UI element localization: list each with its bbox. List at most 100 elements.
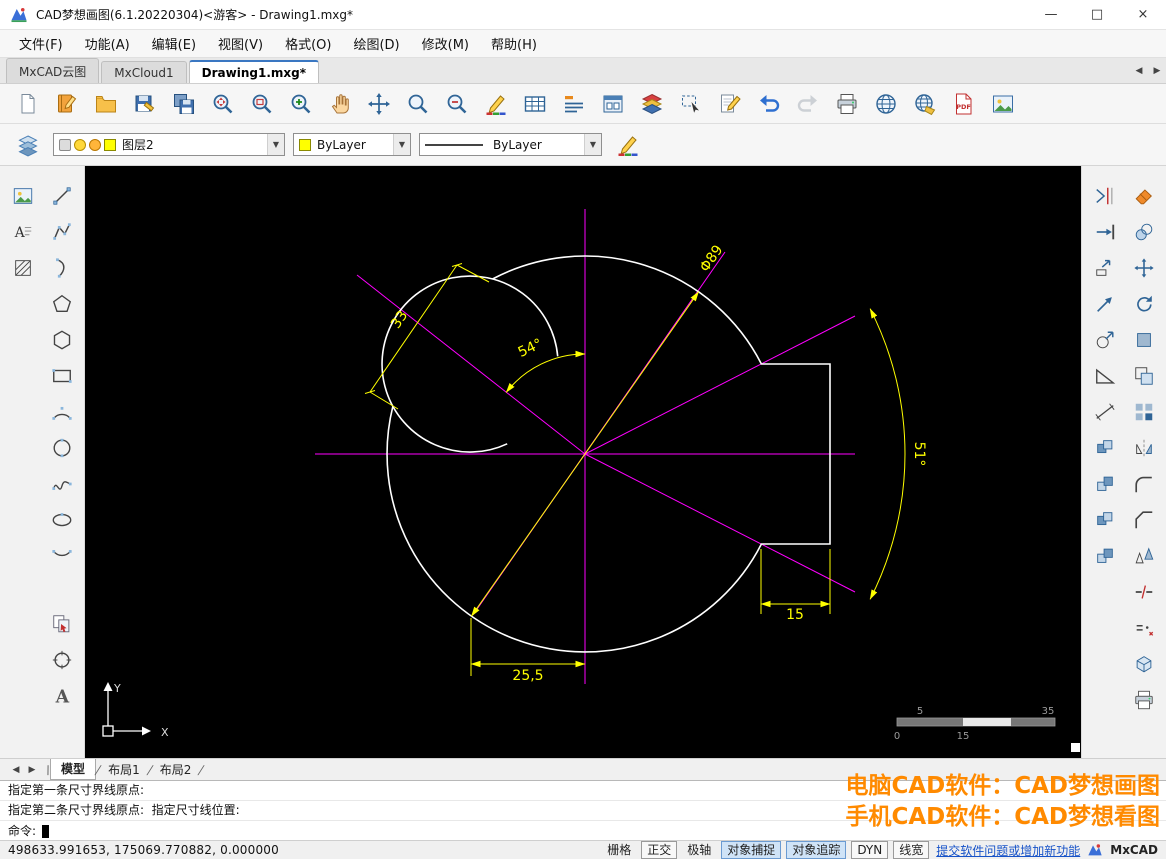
tab-scroll-right-icon[interactable]: ▶ <box>1148 61 1166 81</box>
toggle-osnap[interactable]: 对象捕捉 <box>721 841 782 859</box>
layout-tab-layout2[interactable]: 布局2 <box>152 761 200 778</box>
doc-tab-mxcloud1[interactable]: MxCloud1 <box>101 61 187 83</box>
group-button[interactable] <box>1088 540 1122 572</box>
construction-lines[interactable] <box>315 209 856 684</box>
insert-raster-image-button[interactable] <box>6 180 40 212</box>
move-button[interactable] <box>1127 252 1161 284</box>
draw-curve-button[interactable] <box>45 252 79 284</box>
draw-arc-button[interactable] <box>45 396 79 428</box>
insert-block-button[interactable] <box>1088 468 1122 500</box>
toggle-polar[interactable]: 极轴 <box>682 842 716 858</box>
menu-item-view[interactable]: 视图(V) <box>207 30 274 57</box>
viewport-button[interactable] <box>595 87 630 120</box>
feedback-link[interactable]: 提交软件问题或增加新功能 <box>936 842 1080 859</box>
open-cloud-drawing-button[interactable] <box>49 87 84 120</box>
menu-item-edit[interactable]: 编辑(E) <box>141 30 207 57</box>
close-button[interactable]: × <box>1120 0 1166 30</box>
stretch-button[interactable] <box>1088 252 1122 284</box>
draw-ellipse-button[interactable] <box>45 504 79 536</box>
toggle-grid[interactable]: 栅格 <box>602 842 636 858</box>
draw-line-button[interactable] <box>45 180 79 212</box>
redo-button[interactable] <box>790 87 825 120</box>
web-upload-button[interactable] <box>907 87 942 120</box>
export-pdf-button[interactable]: PDF <box>946 87 981 120</box>
dim-54deg-label[interactable]: 54° <box>516 336 545 361</box>
zoom-in-button[interactable] <box>283 87 318 120</box>
menu-item-draw[interactable]: 绘图(D) <box>342 30 410 57</box>
doc-tab-drawing1[interactable]: Drawing1.mxg* <box>188 60 319 83</box>
divide-button[interactable] <box>1127 612 1161 644</box>
drawing-canvas[interactable]: Φ89 33 54° 51° 25,5 15 Y X 5 35 0 15 <box>85 166 1081 758</box>
print-button[interactable] <box>829 87 864 120</box>
text-style-button[interactable] <box>556 87 591 120</box>
copy-clip-button[interactable] <box>45 608 79 640</box>
offset-button[interactable] <box>1127 360 1161 392</box>
draw-spline-button[interactable] <box>45 468 79 500</box>
erase-button[interactable] <box>1127 180 1161 212</box>
new-file-button[interactable] <box>10 87 45 120</box>
edit-block-button[interactable] <box>1088 504 1122 536</box>
layer-select[interactable]: 图层2 ▼ <box>53 133 285 156</box>
toggle-otrack[interactable]: 对象追踪 <box>786 841 847 859</box>
dim-33-label[interactable]: 33 <box>388 308 411 332</box>
layer-properties-button[interactable] <box>634 87 669 120</box>
minimize-button[interactable]: — <box>1028 0 1074 30</box>
layout-scroll-left-icon[interactable]: ◀ <box>8 765 24 775</box>
pan-button[interactable] <box>322 87 357 120</box>
menu-item-function[interactable]: 功能(A) <box>74 30 141 57</box>
layout-tab-layout1[interactable]: 布局1 <box>100 761 148 778</box>
edit-text-button[interactable] <box>712 87 747 120</box>
layout-scroll-right-icon[interactable]: ▶ <box>24 765 40 775</box>
region-button[interactable] <box>1127 324 1161 356</box>
measure-button[interactable] <box>1088 396 1122 428</box>
save-all-button[interactable] <box>166 87 201 120</box>
plot-button[interactable] <box>1127 684 1161 716</box>
draw-regular-polygon-button[interactable] <box>45 324 79 356</box>
menu-item-format[interactable]: 格式(O) <box>274 30 342 57</box>
toggle-lineweight[interactable]: 线宽 <box>893 841 930 859</box>
dim-51deg-label[interactable]: 51° <box>911 442 927 467</box>
dropdown-arrow-icon[interactable]: ▼ <box>584 134 601 155</box>
dim-25-5-label[interactable]: 25,5 <box>512 668 543 684</box>
lengthen-button[interactable] <box>1088 288 1122 320</box>
trim-button[interactable] <box>1088 180 1122 212</box>
doc-tab-cloud[interactable]: MxCAD云图 <box>6 58 100 83</box>
array-button[interactable] <box>1127 396 1161 428</box>
select-objects-button[interactable] <box>673 87 708 120</box>
draw-arc-3point-button[interactable] <box>45 540 79 572</box>
draw-color-button[interactable] <box>478 87 513 120</box>
insert-table-button[interactable] <box>517 87 552 120</box>
layer-manager-button[interactable] <box>10 128 45 161</box>
scale-button[interactable] <box>1088 324 1122 356</box>
draw-donut-button[interactable] <box>45 644 79 676</box>
layout-tab-model[interactable]: 模型 <box>50 759 97 780</box>
web-open-button[interactable] <box>868 87 903 120</box>
taper-button[interactable] <box>1088 360 1122 392</box>
maximize-button[interactable]: □ <box>1074 0 1120 30</box>
extend-button[interactable] <box>1088 216 1122 248</box>
export-image-button[interactable] <box>985 87 1020 120</box>
toggle-ortho[interactable]: 正交 <box>641 841 678 859</box>
draw-polyline-button[interactable] <box>45 216 79 248</box>
zoom-previous-button[interactable] <box>205 87 240 120</box>
fillet-button[interactable] <box>1127 468 1161 500</box>
align-button[interactable] <box>1127 540 1161 572</box>
dim-15-label[interactable]: 15 <box>786 607 804 623</box>
undo-button[interactable] <box>751 87 786 120</box>
draw-single-text-button[interactable]: A <box>45 680 79 712</box>
open-file-button[interactable] <box>88 87 123 120</box>
zoom-extents-button[interactable] <box>361 87 396 120</box>
tab-scroll-left-icon[interactable]: ◀ <box>1130 61 1148 81</box>
draw-rectangle-button[interactable] <box>45 360 79 392</box>
draw-hatch-button[interactable] <box>6 252 40 284</box>
menu-item-help[interactable]: 帮助(H) <box>480 30 548 57</box>
model-3d-button[interactable] <box>1127 648 1161 680</box>
chamfer-button[interactable] <box>1127 504 1161 536</box>
canvas-resize-grip[interactable] <box>1071 743 1080 752</box>
color-select[interactable]: ByLayer ▼ <box>293 133 411 156</box>
dropdown-arrow-icon[interactable]: ▼ <box>393 134 410 155</box>
copy-button[interactable] <box>1127 216 1161 248</box>
dropdown-arrow-icon[interactable]: ▼ <box>267 134 284 155</box>
break-button[interactable] <box>1127 576 1161 608</box>
draw-polygon-button[interactable] <box>45 288 79 320</box>
